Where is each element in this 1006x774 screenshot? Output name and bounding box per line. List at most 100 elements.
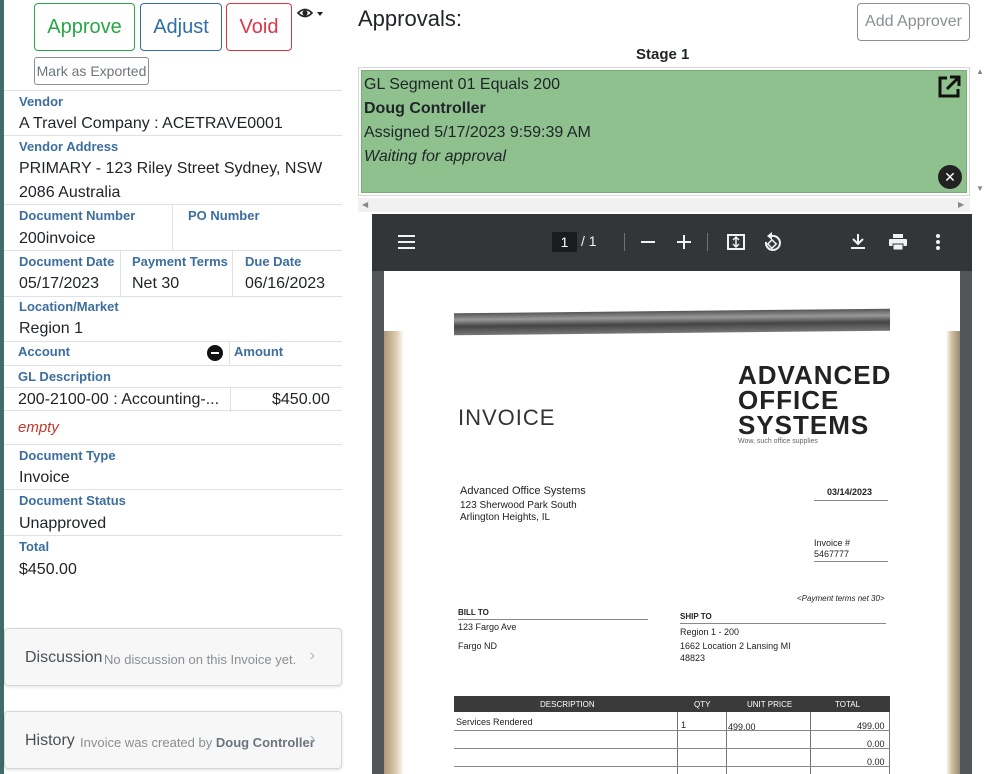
preview-line-zero: 0.00 <box>867 757 885 767</box>
document-number-value[interactable]: 200invoice <box>19 230 96 248</box>
gl-line-account[interactable]: 200-2100-00 : Accounting-... <box>18 391 219 409</box>
fit-page-icon[interactable] <box>727 234 745 250</box>
history-card[interactable]: History Invoice was created by Doug Cont… <box>4 711 342 769</box>
preview-line-total: 499.00 <box>857 721 885 731</box>
preview-ship-to-line1: Region 1 - 200 <box>680 627 740 637</box>
preview-ship-to-label: SHIP TO <box>680 612 712 621</box>
preview-grid-line <box>810 712 811 774</box>
document-type-value[interactable]: Invoice <box>19 469 70 487</box>
more-options-icon[interactable] <box>936 234 940 250</box>
external-link-icon[interactable] <box>936 74 962 100</box>
rotate-icon[interactable] <box>763 232 781 252</box>
preview-grid-line <box>889 712 890 774</box>
po-number-label: PO Number <box>188 208 260 223</box>
location-row: Location/Market Region 1 <box>4 296 342 341</box>
payment-terms-label: Payment Terms <box>132 254 228 269</box>
account-label: Account <box>18 344 70 359</box>
scroll-down-icon[interactable]: ▼ <box>976 184 984 193</box>
discussion-card[interactable]: Discussion No discussion on this Invoice… <box>4 628 342 686</box>
preview-date: 03/14/2023 <box>827 487 873 497</box>
paper-tear-strip <box>454 308 890 336</box>
preview-bill-to-label: BILL TO <box>458 608 489 617</box>
gl-line-row[interactable]: 200-2100-00 : Accounting-... $450.00 <box>4 387 342 412</box>
logo-line: SYSTEMS <box>738 410 870 440</box>
history-subtitle-prefix: Invoice was created by <box>80 735 213 750</box>
approver-card[interactable]: GL Segment 01 Equals 200 Doug Controller… <box>361 70 967 193</box>
preview-grid-line <box>726 712 727 774</box>
scrollbar-thumb[interactable] <box>995 2 1003 722</box>
document-date-value[interactable]: 05/17/2023 <box>19 275 99 293</box>
due-date-value[interactable]: 06/16/2023 <box>245 275 325 293</box>
vendor-address-line2[interactable]: 2086 Australia <box>19 184 120 202</box>
preview-logo: ADVANCED OFFICE SYSTEMS <box>738 362 891 440</box>
void-button[interactable]: Void <box>226 3 292 51</box>
approve-button[interactable]: Approve <box>34 3 135 51</box>
preview-col-qty: QTY <box>694 700 711 709</box>
vendor-label: Vendor <box>19 94 64 109</box>
document-type-row: Document Type Invoice <box>4 444 342 489</box>
preview-tagline: Wow, such office supplies <box>738 438 818 445</box>
remove-approver-icon[interactable]: ✕ <box>938 165 962 189</box>
zoom-in-icon[interactable] <box>677 235 691 249</box>
vendor-address-line1[interactable]: PRIMARY - 123 Riley Street Sydney, NSW <box>19 160 322 178</box>
discussion-subtitle: No discussion on this Invoice yet. <box>104 652 297 667</box>
preview-rule <box>454 730 890 731</box>
total-value: $450.00 <box>19 561 77 578</box>
zoom-out-icon[interactable] <box>641 241 655 243</box>
vendor-address-label: Vendor Address <box>19 139 119 154</box>
vendor-value[interactable]: A Travel Company : ACETRAVE0001 <box>19 115 283 133</box>
preview-line-description: Services Rendered <box>456 717 533 727</box>
menu-icon[interactable] <box>398 235 415 249</box>
preview-heading: INVOICE <box>458 405 556 430</box>
scroll-left-icon[interactable]: ◀ <box>362 200 368 209</box>
column-divider <box>232 251 233 297</box>
payment-terms-value[interactable]: Net 30 <box>132 275 179 293</box>
location-value[interactable]: Region 1 <box>19 320 83 338</box>
scroll-right-icon[interactable]: ▶ <box>958 200 964 209</box>
download-icon[interactable] <box>851 234 865 250</box>
preview-table-header <box>454 696 890 712</box>
eye-dropdown-icon[interactable] <box>297 6 325 24</box>
chevron-right-icon: › <box>309 730 315 747</box>
approvals-horizontal-scrollbar[interactable]: ◀ ▶ <box>358 198 970 212</box>
history-subtitle: Invoice was created by Doug Controller <box>80 735 315 750</box>
preview-col-description: DESCRIPTION <box>540 700 595 709</box>
preview-ship-to-line2: 1662 Location 2 Lansing MI <box>680 641 791 651</box>
preview-rule <box>680 623 886 624</box>
preview-line-qty: 1 <box>681 720 687 730</box>
adjust-button[interactable]: Adjust <box>140 3 222 51</box>
mark-as-exported-button[interactable]: Mark as Exported <box>34 57 149 85</box>
column-divider <box>172 205 173 251</box>
preview-bill-to-line1: 123 Fargo Ave <box>458 622 517 632</box>
discussion-title: Discussion <box>25 649 103 666</box>
stage-label: Stage 1 <box>636 46 690 63</box>
preview-rule <box>458 619 648 620</box>
pdf-viewer[interactable]: 1 / 1 INVOICE ADVANCED OFFICE SYSTEMS Wo… <box>372 214 972 774</box>
gl-description-label: GL Description <box>18 369 111 384</box>
column-divider <box>230 388 231 412</box>
approval-rule: GL Segment 01 Equals 200 <box>364 76 560 93</box>
add-approver-button[interactable]: Add Approver <box>857 3 970 41</box>
gl-line-amount[interactable]: $450.00 <box>272 391 330 409</box>
remove-line-icon[interactable] <box>207 345 223 361</box>
approvals-vertical-scrollbar[interactable]: ▲ ▼ <box>972 67 988 196</box>
column-divider <box>229 342 230 366</box>
history-title: History <box>25 732 75 749</box>
document-status-row: Document Status Unapproved <box>4 489 342 535</box>
scroll-up-icon[interactable]: ▲ <box>976 67 984 76</box>
document-number-label: Document Number <box>19 208 136 223</box>
page-number-input[interactable]: 1 <box>552 232 577 252</box>
chevron-right-icon: › <box>309 647 315 664</box>
document-date-label: Document Date <box>19 254 115 269</box>
document-status-label: Document Status <box>19 493 126 508</box>
preview-street: 123 Sherwood Park South <box>460 500 577 511</box>
document-status-value: Unapproved <box>19 515 107 532</box>
page-vertical-scrollbar[interactable] <box>992 0 1006 774</box>
column-divider <box>120 251 121 297</box>
empty-placeholder[interactable]: empty <box>18 419 59 436</box>
preview-bill-to-line2: Fargo ND <box>458 641 498 651</box>
preview-invoice-no-label: Invoice # <box>814 538 851 548</box>
account-header-row: Account Amount <box>4 341 342 366</box>
print-icon[interactable] <box>889 234 907 250</box>
preview-company: Advanced Office Systems <box>460 485 586 497</box>
